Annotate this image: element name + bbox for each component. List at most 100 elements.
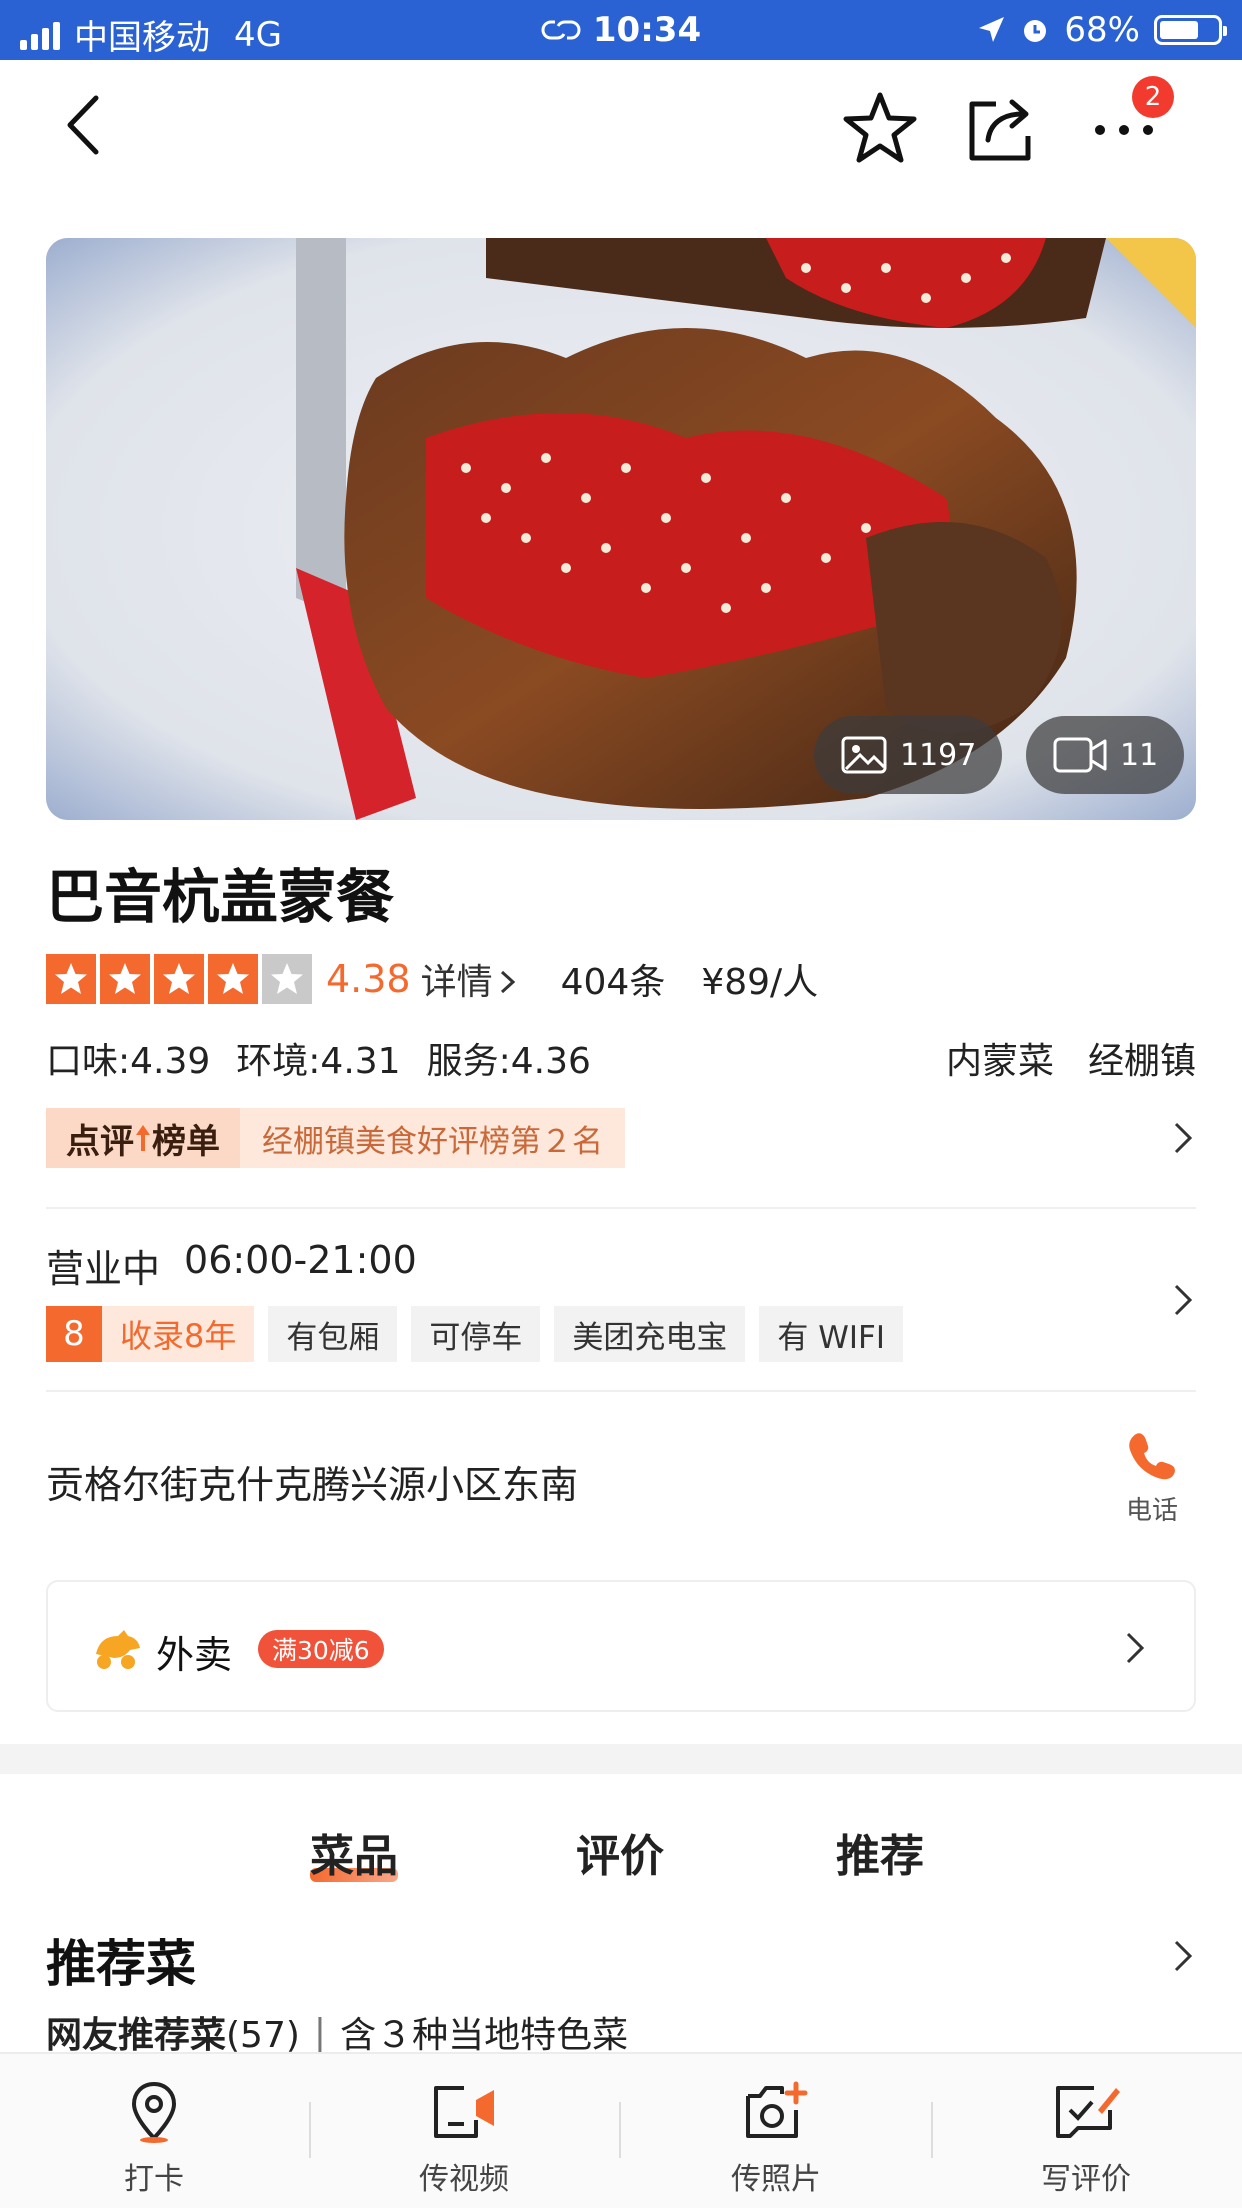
- rating-score: 4.38: [326, 957, 411, 1001]
- details-label: 详情: [420, 962, 493, 1003]
- phone-icon: [1129, 1433, 1175, 1480]
- ranking-tag: 点评 榜单: [46, 1108, 240, 1168]
- star-icon: [100, 954, 150, 1004]
- clock-time: 10:34: [592, 10, 702, 50]
- phone-button[interactable]: 电话: [1118, 1430, 1186, 1527]
- business-hours[interactable]: 营业中 06:00-21:00: [46, 1238, 417, 1293]
- upload-photo-icon: [746, 2081, 808, 2138]
- upload-photo-button[interactable]: 传照片: [686, 2080, 866, 2198]
- chevron-right-icon[interactable]: [1168, 1280, 1200, 1320]
- recommended-dishes-title[interactable]: 推荐菜: [46, 1924, 196, 1996]
- upload-video-icon: [434, 2086, 494, 2138]
- photo-count-pill[interactable]: 1197: [814, 716, 1003, 794]
- ranking-banner[interactable]: 点评 榜单 经棚镇美食好评榜第２名: [46, 1108, 625, 1168]
- write-review-label: 写评价: [1041, 2162, 1131, 2197]
- upload-video-label: 传视频: [419, 2162, 509, 2197]
- write-review-icon: [1056, 2086, 1120, 2138]
- netizen-recommend-label: 网友推荐菜: [46, 2015, 227, 2056]
- check-in-label: 打卡: [124, 2162, 184, 2197]
- photo-count: 1197: [900, 737, 977, 773]
- write-review-button[interactable]: 写评价: [996, 2080, 1176, 2198]
- years-number: 8: [46, 1306, 102, 1362]
- taste-score: 口味:4.39: [46, 1041, 211, 1082]
- tag-power-bank: 美团充电宝: [554, 1306, 746, 1362]
- alarm-icon: [1024, 20, 1047, 42]
- service-score: 服务:4.36: [426, 1041, 591, 1082]
- cuisine-area: 内蒙菜 经棚镇: [946, 1032, 1196, 1084]
- star-icon: [262, 954, 312, 1004]
- chevron-right-icon: [1126, 1632, 1145, 1664]
- section-separator: [0, 1744, 1242, 1774]
- tag-wifi: 有 WIFI: [759, 1306, 903, 1362]
- delivery-promo-badge: 满30减6: [258, 1630, 384, 1668]
- location-arrow-icon: [979, 17, 1005, 42]
- environment-score: 环境:4.31: [236, 1041, 401, 1082]
- netizen-recommend-count: (57): [226, 2015, 300, 2056]
- notification-badge: 2: [1132, 76, 1174, 118]
- chevron-right-icon: [500, 970, 515, 994]
- chevron-right-icon[interactable]: [1168, 1118, 1200, 1158]
- ranking-tag-pre: 点评: [66, 1121, 134, 1162]
- status-right: 68%: [976, 10, 1227, 50]
- back-icon[interactable]: [54, 90, 124, 160]
- upload-video-button[interactable]: 传视频: [374, 2080, 554, 2198]
- review-count: 404条: [560, 962, 666, 1003]
- ranking-tag-post: 榜单: [152, 1121, 220, 1162]
- delivery-card[interactable]: 外卖 满30减6: [46, 1580, 1196, 1712]
- recommended-dishes-summary: 网友推荐菜(57) | 含３种当地特色菜: [46, 2006, 628, 2058]
- link-icon: [541, 20, 581, 40]
- bottom-action-bar: 打卡 传视频 传照片 写评价: [0, 2052, 1242, 2208]
- content-tabs: 菜品 评价 推荐: [0, 1820, 1242, 1900]
- tag-parking: 可停车: [411, 1306, 541, 1362]
- divider: [619, 2102, 621, 2158]
- ranking-text: 经棚镇美食好评榜第２名: [240, 1108, 625, 1168]
- share-icon[interactable]: [966, 90, 1040, 164]
- check-in-button[interactable]: 打卡: [64, 2080, 244, 2198]
- star-icon: [154, 954, 204, 1004]
- location-pin-icon: [131, 2081, 177, 2143]
- video-count: 11: [1120, 737, 1159, 773]
- opening-hours: 06:00-21:00: [184, 1238, 417, 1282]
- local-specialty-count: 含３种当地特色菜: [340, 2015, 629, 2056]
- years-label: 收录8年: [120, 1317, 237, 1355]
- video-count-pill[interactable]: 11: [1026, 716, 1185, 794]
- divider: [46, 1207, 1196, 1209]
- shop-address[interactable]: 贡格尔街克什克腾兴源小区东南: [46, 1454, 578, 1509]
- delivery-rider-icon: [96, 1630, 140, 1669]
- status-bar: 中国移动 4G 10:34 68%: [0, 0, 1242, 60]
- shop-area: 经棚镇: [1087, 1041, 1196, 1082]
- battery-icon: [1154, 15, 1227, 45]
- sub-scores: 口味:4.39 环境:4.31 服务:4.36: [46, 1032, 591, 1084]
- years-listed-tag: 8 收录8年: [46, 1306, 255, 1362]
- shop-cover-photo[interactable]: 1197 11: [46, 238, 1196, 820]
- battery-percent: 68%: [1064, 10, 1140, 50]
- battery-level: [1160, 21, 1199, 39]
- video-icon: [1053, 737, 1107, 773]
- divider: [931, 2102, 933, 2158]
- shop-name: 巴音杭盖蒙餐: [46, 863, 395, 931]
- tab-recommend[interactable]: 推荐: [836, 1820, 924, 1884]
- divider: [46, 1390, 1196, 1392]
- separator: |: [313, 2011, 327, 2053]
- open-status: 营业中: [46, 1247, 161, 1291]
- star-rating: [46, 954, 316, 1004]
- tab-reviews[interactable]: 评价: [576, 1820, 664, 1884]
- food-photo: [46, 238, 1196, 820]
- delivery-title: 外卖: [156, 1633, 233, 1677]
- favorite-star-icon[interactable]: [842, 90, 918, 166]
- star-icon: [46, 954, 96, 1004]
- average-price: ¥89/人: [701, 962, 819, 1003]
- phone-label: 电话: [1125, 1496, 1178, 1526]
- chevron-right-icon[interactable]: [1168, 1936, 1200, 1976]
- image-icon: [841, 736, 887, 774]
- top-nav: 2: [0, 60, 1242, 190]
- tag-private-room: 有包厢: [268, 1306, 398, 1362]
- cuisine-type: 内蒙菜: [945, 1041, 1054, 1082]
- upload-photo-label: 传照片: [731, 2162, 821, 2197]
- facility-tags: 8 收录8年 有包厢 可停车 美团充电宝 有 WIFI: [46, 1306, 903, 1362]
- tab-dishes[interactable]: 菜品: [310, 1820, 398, 1884]
- divider: [309, 2102, 311, 2158]
- details-link[interactable]: 详情: [421, 953, 519, 1005]
- star-icon: [208, 954, 258, 1004]
- rating-row[interactable]: 4.38 详情 404条 ¥89/人: [46, 950, 818, 1008]
